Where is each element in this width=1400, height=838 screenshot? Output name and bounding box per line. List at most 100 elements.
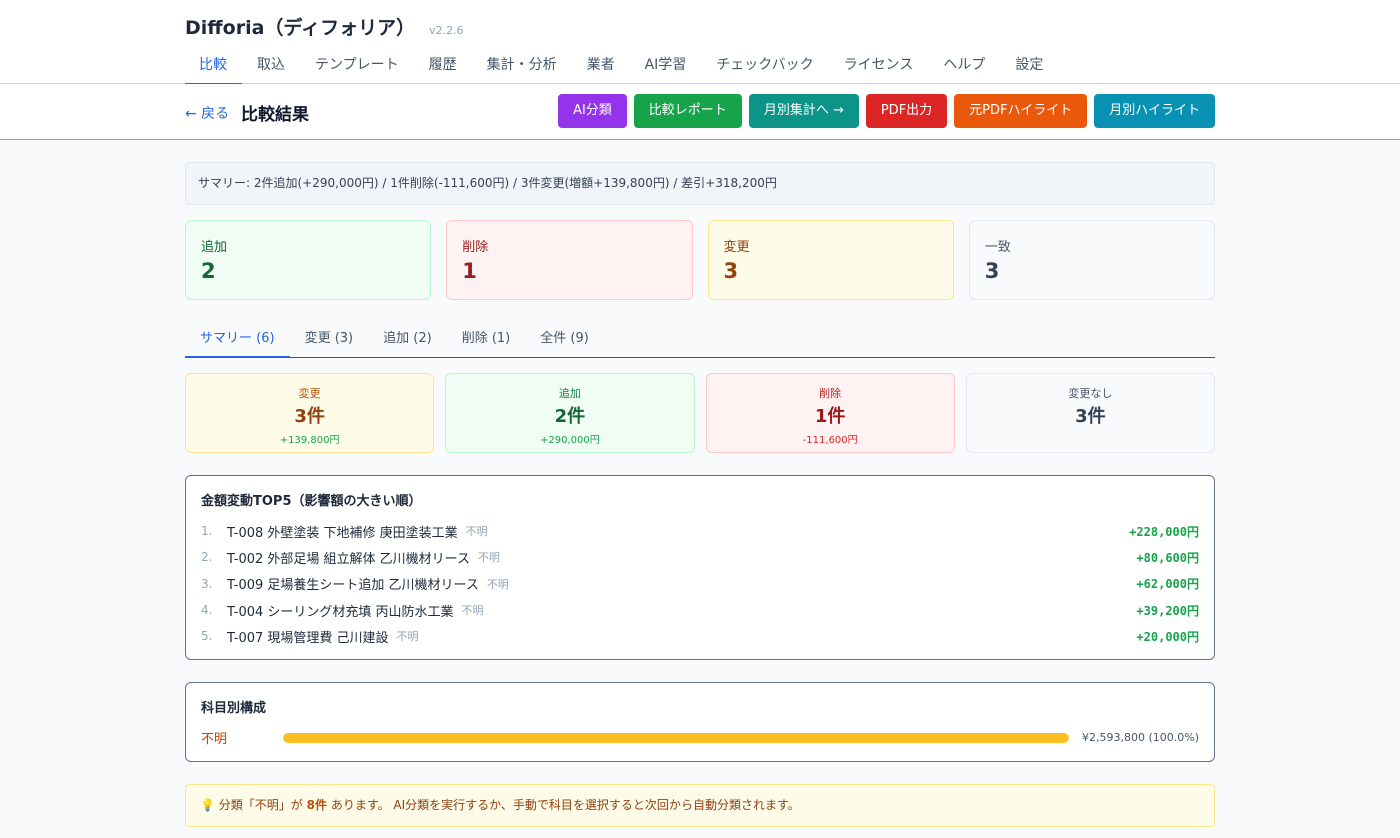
top5-list: 1. T-008 外壁塗装 下地補修 庚田塗装工業 不明 +228,000円 2… [201, 518, 1199, 649]
list-item: 2. T-002 外部足場 組立解体 乙川機材リース 不明 +80,600円 [201, 544, 1199, 570]
composition-row: 不明 ¥2,593,800 (100.0%) [201, 728, 1199, 747]
app-title: Difforia（ディフォリア） [185, 17, 416, 39]
nav-compare[interactable]: 比較 [185, 48, 242, 85]
summary-label: 削除 [819, 387, 842, 400]
composition-label: 不明 [201, 732, 228, 747]
summary-count: 3件 [1075, 406, 1106, 427]
item-amount: +20,000円 [1136, 629, 1199, 644]
toolbar-actions: AI分類 比較レポート 月別集計へ → PDF出力 元PDFハイライト 月別ハイ… [558, 94, 1215, 128]
notice-prefix: 分類「不明」が [218, 798, 303, 812]
summary-bar: サマリー: 2件追加(+290,000円) / 1件削除(-111,600円) … [185, 162, 1215, 205]
notice-count: 8件 [306, 798, 327, 812]
stat-value: 3 [984, 259, 1000, 283]
item-amount: +39,200円 [1136, 603, 1199, 618]
category-composition-panel: 科目別構成 不明 ¥2,593,800 (100.0%) [185, 682, 1215, 762]
rank-number: 3. [201, 576, 213, 591]
rank-number: 5. [201, 629, 213, 644]
item-category: 不明 [465, 525, 488, 539]
rank-number: 1. [201, 524, 213, 539]
summary-label: 変更なし [1068, 387, 1113, 400]
nav-import[interactable]: 取込 [242, 48, 300, 84]
rank-number: 4. [201, 603, 213, 618]
tab-added[interactable]: 追加 (2) [368, 321, 447, 357]
rank-number: 2. [201, 550, 213, 565]
main-content: サマリー: 2件追加(+290,000円) / 1件削除(-111,600円) … [185, 162, 1215, 827]
summary-amount: +290,000円 [540, 435, 600, 446]
nav-analysis[interactable]: 集計・分析 [472, 48, 572, 84]
stat-card-added: 追加 2 [185, 220, 432, 300]
list-item: 3. T-009 足場養生シート追加 乙川機材リース 不明 +62,000円 [201, 571, 1199, 597]
composition-bar-track [283, 732, 1069, 743]
item-name: T-004 シーリング材充填 丙山防水工業 [227, 604, 454, 620]
item-name: T-008 外壁塗装 下地補修 庚田塗装工業 [227, 525, 458, 541]
summary-amount: +139,800円 [279, 435, 340, 446]
monthly-summary-button[interactable]: 月別集計へ → [748, 94, 859, 128]
lightbulb-icon: 💡 [200, 798, 215, 812]
stat-card-changed: 変更 3 [707, 220, 954, 300]
stat-label: 削除 [462, 240, 489, 255]
pdf-export-button[interactable]: PDF出力 [865, 94, 948, 128]
stat-cards: 追加 2 削除 1 変更 3 一致 3 [185, 220, 1215, 300]
notice-suffix: あります。 AI分類を実行するか、手動で科目を選択すると次回から自動分類されます… [330, 798, 800, 812]
page-title: 比較結果 [241, 105, 309, 125]
summary-count: 3件 [294, 406, 325, 427]
item-amount: +228,000円 [1129, 524, 1199, 539]
item-name: T-002 外部足場 組立解体 乙川機材リース [227, 551, 470, 567]
tab-deleted[interactable]: 削除 (1) [447, 321, 526, 357]
unclassified-notice: 💡 分類「不明」が 8件 あります。 AI分類を実行するか、手動で科目を選択する… [185, 784, 1215, 827]
summary-card-added: 追加 2件 +290,000円 [445, 373, 695, 453]
monthly-highlight-button[interactable]: 月別ハイライト [1094, 94, 1215, 128]
item-name: T-007 現場管理費 己川建設 [227, 630, 389, 646]
stat-label: 変更 [723, 240, 750, 255]
nav-history[interactable]: 履歴 [414, 48, 472, 84]
summary-amount: -111,600円 [802, 435, 858, 446]
list-item: 5. T-007 現場管理費 己川建設 不明 +20,000円 [201, 623, 1199, 649]
ai-classify-button[interactable]: AI分類 [558, 94, 627, 128]
brand: Difforia（ディフォリア） v2.2.6 [185, 13, 464, 40]
tab-summary[interactable]: サマリー (6) [185, 321, 290, 358]
original-pdf-highlight-button[interactable]: 元PDFハイライト [954, 94, 1088, 128]
item-amount: +80,600円 [1136, 550, 1199, 565]
summary-count: 2件 [554, 406, 586, 427]
item-category: 不明 [461, 604, 484, 618]
summary-count: 1件 [814, 406, 846, 427]
back-link[interactable]: ← 戻る [185, 103, 229, 123]
summary-card-changed: 変更 3件 +139,800円 [185, 373, 435, 453]
top5-panel: 金額変動TOP5（影響額の大きい順） 1. T-008 外壁塗装 下地補修 庚田… [185, 475, 1215, 660]
list-item: 4. T-004 シーリング材充填 丙山防水工業 不明 +39,200円 [201, 597, 1199, 623]
compare-report-button[interactable]: 比較レポート [633, 94, 742, 128]
app-header: Difforia（ディフォリア） v2.2.6 比較 取込 テンプレート 履歴 … [0, 0, 1400, 85]
result-tabs: サマリー (6) 変更 (3) 追加 (2) 削除 (1) 全件 (9) [185, 321, 1215, 358]
nav-license[interactable]: ライセンス [829, 48, 929, 84]
item-name: T-009 足場養生シート追加 乙川機材リース [227, 578, 479, 594]
stat-label: 一致 [984, 240, 1011, 255]
item-category: 不明 [478, 551, 500, 565]
summary-label: 追加 [558, 387, 581, 400]
app-version: v2.2.6 [429, 24, 464, 37]
summary-cards: 変更 3件 +139,800円 追加 2件 +290,000円 削除 1件 -1… [185, 373, 1215, 453]
stat-card-deleted: 削除 1 [446, 220, 693, 300]
tab-all[interactable]: 全件 (9) [525, 321, 604, 357]
item-amount: +62,000円 [1136, 577, 1199, 592]
summary-card-unchanged: 変更なし 3件 [965, 373, 1215, 453]
top5-title: 金額変動TOP5（影響額の大きい順） [201, 494, 422, 509]
composition-amount: ¥2,593,800 (100.0%) [1081, 731, 1199, 744]
list-item: 1. T-008 外壁塗装 下地補修 庚田塗装工業 不明 +228,000円 [201, 518, 1199, 544]
nav-settings[interactable]: 設定 [1000, 48, 1058, 84]
toolbar: ← 戻る 比較結果 AI分類 比較レポート 月別集計へ → PDF出力 元PDF… [0, 84, 1400, 140]
nav-ai-learning[interactable]: AI学習 [630, 48, 702, 84]
stat-value: 3 [723, 259, 739, 283]
nav-checkback[interactable]: チェックバック [701, 48, 828, 84]
main-nav: 比較 取込 テンプレート 履歴 集計・分析 業者 AI学習 チェックバック ライ… [185, 48, 1058, 85]
nav-help[interactable]: ヘルプ [928, 48, 1000, 84]
stat-value: 2 [201, 259, 216, 283]
tab-changed[interactable]: 変更 (3) [290, 321, 369, 357]
item-category: 不明 [396, 630, 419, 644]
item-category: 不明 [486, 577, 509, 591]
nav-template[interactable]: テンプレート [300, 48, 414, 84]
summary-label: 変更 [298, 387, 321, 400]
summary-card-deleted: 削除 1件 -111,600円 [705, 373, 955, 453]
stat-value: 1 [462, 259, 477, 283]
nav-vendors[interactable]: 業者 [572, 48, 630, 84]
stat-label: 追加 [201, 240, 228, 255]
